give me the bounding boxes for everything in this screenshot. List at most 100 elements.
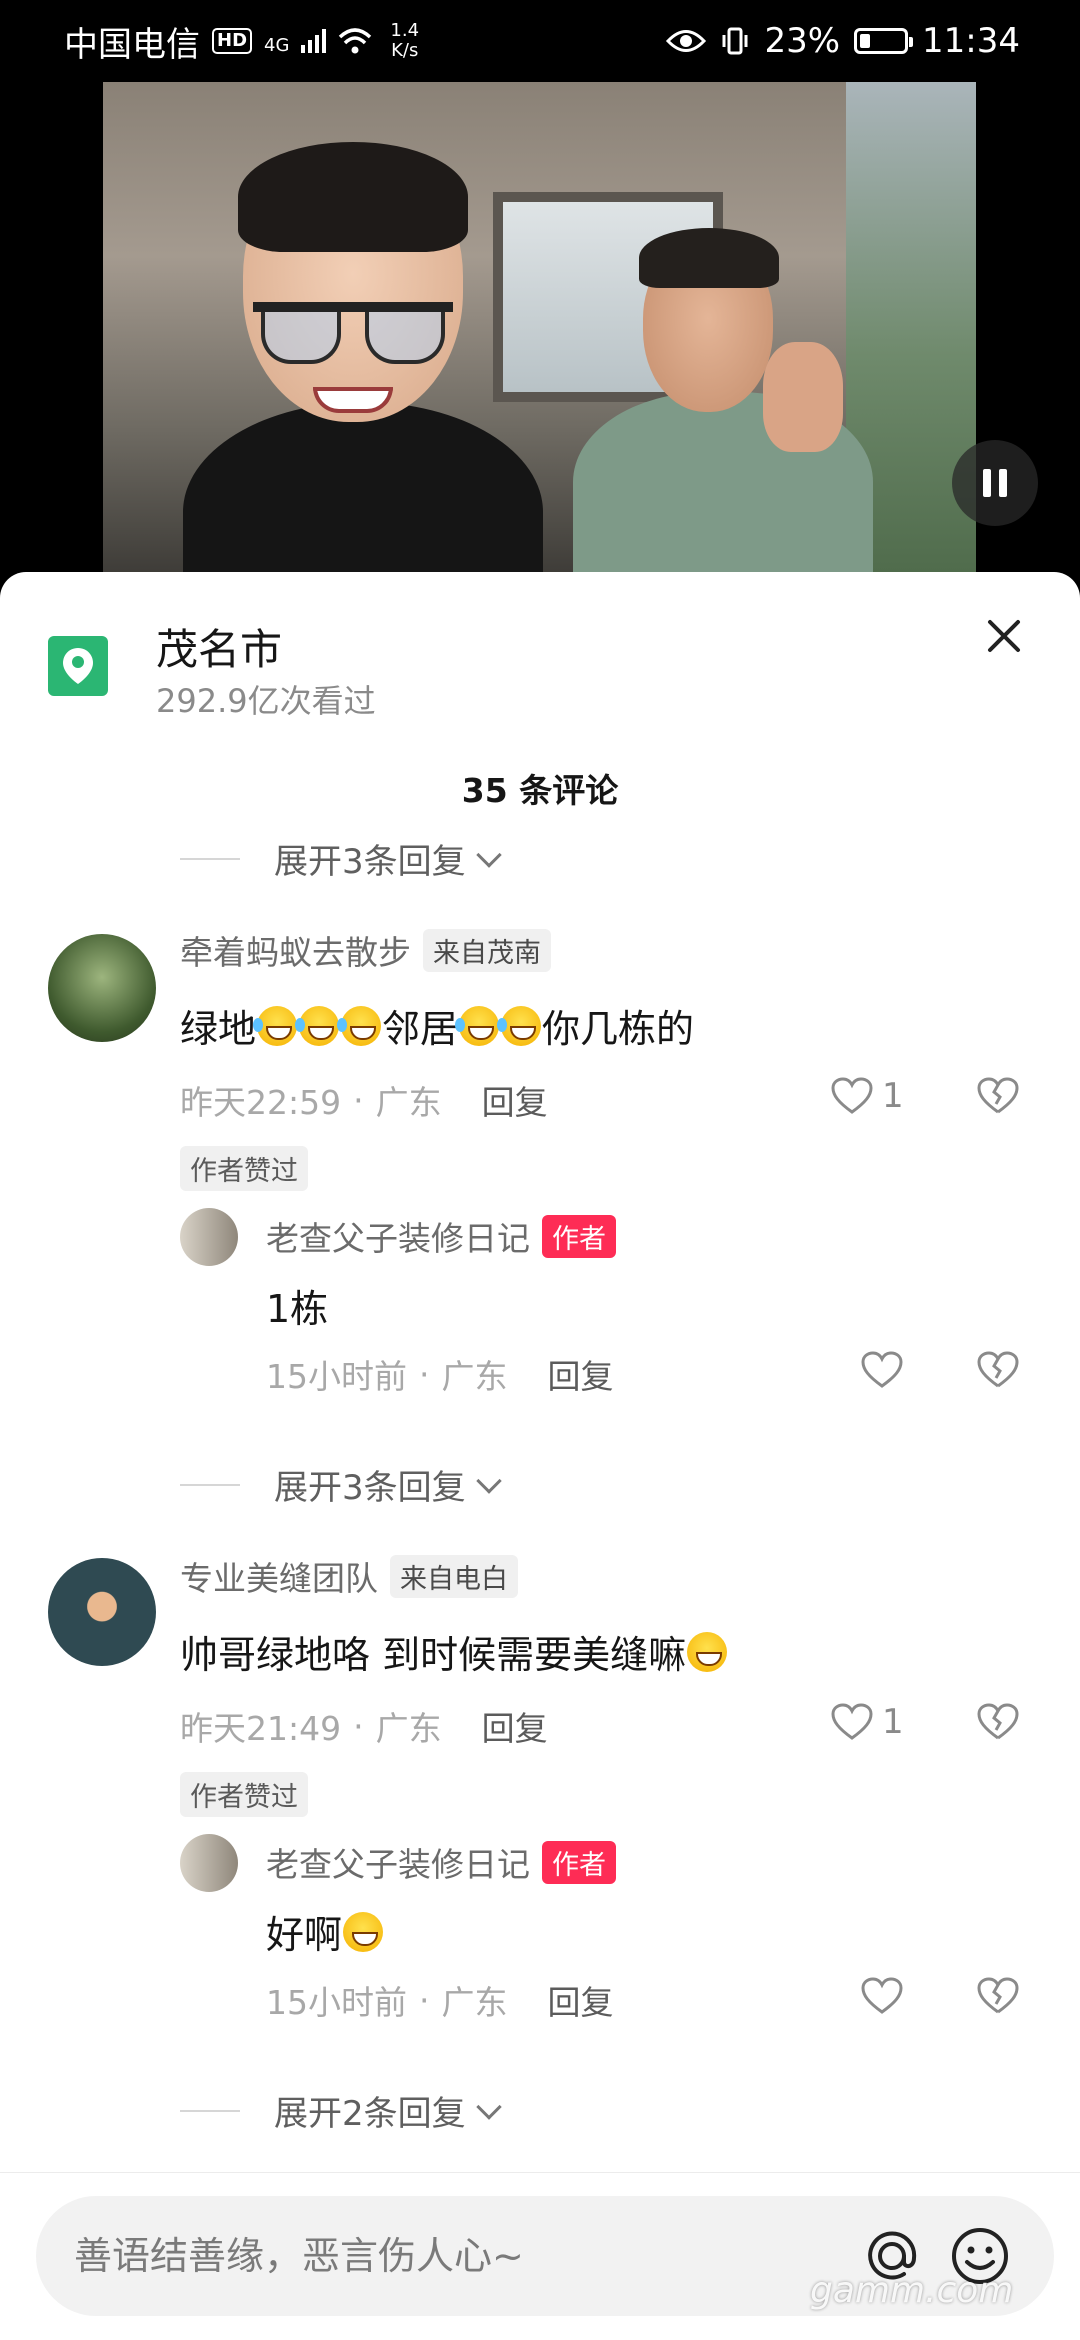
network-type: 4G: [264, 34, 290, 56]
broken-heart-icon: [977, 1351, 1019, 1388]
comment-time: 昨天22:59: [180, 1083, 342, 1122]
reply-button[interactable]: 回复: [548, 1976, 614, 2024]
location-pin-icon[interactable]: [48, 636, 108, 696]
avatar[interactable]: [48, 1558, 156, 1666]
author-liked-tag: 作者赞过: [180, 1772, 308, 1817]
comment-text-part: 绿地: [180, 1007, 257, 1051]
heart-icon: [831, 1703, 873, 1740]
carrier-name: 中国电信: [64, 24, 200, 65]
expand-divider: [180, 2109, 240, 2112]
reply-button[interactable]: 回复: [548, 1350, 614, 1398]
reply-avatar[interactable]: [180, 1834, 238, 1892]
comment-region: 广东: [375, 1083, 442, 1122]
author-badge: 作者: [542, 1840, 616, 1884]
reply-text-part: 好啊: [266, 1913, 343, 1957]
net-speed-unit: K/s: [391, 40, 419, 61]
dislike-button[interactable]: [976, 1702, 1020, 1746]
chevron-down-icon: [475, 841, 502, 868]
reply-meta: 15小时前 · 广东 回复: [266, 1976, 614, 2024]
avatar[interactable]: [48, 934, 156, 1042]
location-views: 292.9亿次看过: [156, 682, 376, 720]
close-icon[interactable]: [980, 612, 1028, 660]
reply-avatar[interactable]: [180, 1208, 238, 1266]
comment-meta: 昨天21:49 · 广东 回复: [180, 1702, 548, 1750]
expand-divider: [180, 1483, 240, 1486]
comment-time: 昨天21:49: [180, 1709, 342, 1748]
like-count: 1: [882, 1702, 904, 1742]
expand-label: 展开2条回复: [274, 2094, 466, 2134]
input-divider: [0, 2172, 1080, 2173]
reply-text: 好啊: [266, 1904, 384, 1959]
comment-text: 帅哥绿地咯 到时候需要美缝嘛: [180, 1624, 728, 1679]
battery-fill: [860, 34, 870, 48]
broken-heart-icon: [977, 1077, 1019, 1114]
comment-text-part: 帅哥绿地咯 到时候需要美缝嘛: [180, 1633, 687, 1677]
comment-input[interactable]: [74, 2234, 838, 2278]
username-text[interactable]: 老查父子装修日记: [266, 1212, 530, 1260]
expand-label: 展开3条回复: [274, 842, 466, 882]
clock: 11:34: [922, 21, 1020, 61]
origin-tag: 来自茂南: [423, 928, 551, 972]
reply-button[interactable]: 回复: [482, 1702, 548, 1750]
pause-button[interactable]: [952, 440, 1038, 526]
signal-icon: [301, 29, 327, 53]
meta-dot: ·: [419, 1980, 430, 2020]
author-badge: 作者: [542, 1214, 616, 1258]
net-speed: 1.4 K/s: [390, 21, 419, 61]
chevron-down-icon: [475, 1467, 502, 1494]
laugh-cry-emoji-icon: [497, 1005, 542, 1046]
like-button[interactable]: [860, 1350, 904, 1390]
reply-username[interactable]: 老查父子装修日记 作者: [266, 1212, 616, 1260]
battery-percent: 23%: [764, 21, 841, 61]
dislike-button[interactable]: [976, 1976, 1020, 2020]
reply-region: 广东: [441, 1983, 508, 2022]
comment-sheet: 茂名市 292.9亿次看过 35 条评论 展开3条回复 牵着蚂蚁去散步 来自茂南…: [0, 572, 1080, 2340]
battery-icon: [854, 28, 914, 54]
expand-replies-button[interactable]: 展开2条回复: [180, 2086, 502, 2135]
broken-heart-icon: [977, 1703, 1019, 1740]
username-text[interactable]: 牵着蚂蚁去散步: [180, 926, 411, 974]
like-button[interactable]: 1: [830, 1702, 904, 1742]
pause-icon-bar: [999, 469, 1007, 497]
expand-replies-button[interactable]: 展开3条回复: [180, 1460, 502, 1509]
reply-button[interactable]: 回复: [482, 1076, 548, 1124]
like-button[interactable]: [860, 1976, 904, 2016]
dislike-button[interactable]: [976, 1350, 1020, 1394]
video-person-glasses: [183, 142, 543, 580]
hd-badge: HD: [212, 28, 253, 54]
expand-replies-button[interactable]: 展开3条回复: [180, 834, 502, 883]
reply-region: 广东: [441, 1357, 508, 1396]
vibrate-icon: [722, 27, 748, 55]
video-player[interactable]: [103, 82, 976, 580]
meta-dot: ·: [419, 1354, 430, 1394]
like-count: 1: [882, 1076, 904, 1116]
reply-meta: 15小时前 · 广东 回复: [266, 1350, 614, 1398]
pause-icon: [983, 469, 991, 497]
laugh-cry-emoji-icon: [253, 1005, 298, 1046]
comment-text-part: 邻居: [382, 1007, 459, 1051]
heart-icon: [831, 1077, 873, 1114]
location-title[interactable]: 茂名市: [156, 616, 282, 677]
dislike-button[interactable]: [976, 1076, 1020, 1120]
comment-count: 35 条评论: [461, 771, 619, 810]
meta-dot: ·: [353, 1080, 364, 1120]
grin-emoji-icon: [343, 1911, 384, 1952]
laugh-cry-emoji-icon: [337, 1005, 382, 1046]
expand-label: 展开3条回复: [274, 1468, 466, 1508]
comment-meta: 昨天22:59 · 广东 回复: [180, 1076, 548, 1124]
reply-text: 1栋: [266, 1287, 329, 1331]
eye-icon: [666, 30, 707, 52]
username-text[interactable]: 专业美缝团队: [180, 1552, 378, 1600]
username-text[interactable]: 老查父子装修日记: [266, 1838, 530, 1886]
reply-username[interactable]: 老查父子装修日记 作者: [266, 1838, 616, 1886]
heart-icon: [861, 1977, 903, 2014]
status-bar: 中国电信 HD 4G 1.4 K/s 23% 11:34: [0, 0, 1080, 82]
expand-divider: [180, 857, 240, 860]
comment-region: 广东: [375, 1709, 442, 1748]
watermark: gamm.com: [810, 2270, 1014, 2311]
laugh-cry-emoji-icon: [295, 1005, 340, 1046]
comment-username[interactable]: 牵着蚂蚁去散步 来自茂南: [180, 926, 551, 974]
chevron-down-icon: [475, 2093, 502, 2120]
comment-username[interactable]: 专业美缝团队 来自电白: [180, 1552, 518, 1600]
like-button[interactable]: 1: [830, 1076, 904, 1116]
